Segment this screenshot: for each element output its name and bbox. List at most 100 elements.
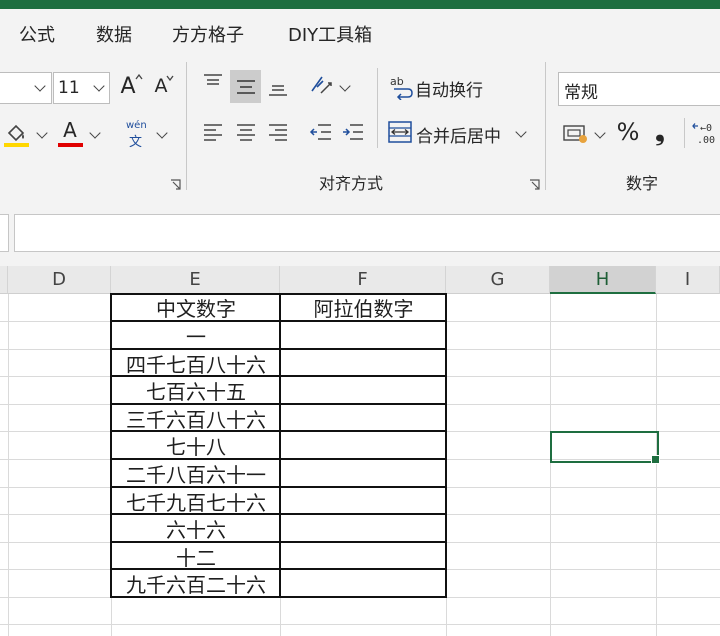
fill-color-button[interactable] [2,118,30,148]
grow-font-button[interactable]: A [113,70,143,102]
font-size-value: 11 [58,78,80,98]
tab-diy-toolbox[interactable]: DIY工具箱 [288,21,372,47]
table-cell-chinese[interactable]: 九千六百二十六 [112,570,280,597]
column-header-f[interactable]: F [280,266,446,294]
table-cell-arabic[interactable] [281,570,446,597]
fill-handle[interactable] [651,455,660,464]
alignment-dialog-launcher-icon[interactable] [529,179,540,190]
merge-center-button[interactable]: 合并后居中 [388,118,533,148]
shrink-font-button[interactable]: A [148,70,174,102]
caret-up-icon [135,74,143,80]
chevron-down-icon [515,126,527,138]
paint-bucket-icon [7,124,25,142]
grid-line [656,294,657,636]
chevron-down-icon[interactable] [594,127,606,139]
align-top-button[interactable] [199,68,227,96]
align-middle-button[interactable] [230,70,261,103]
chevron-down-icon[interactable] [36,127,48,139]
chevron-down-icon[interactable] [339,80,351,92]
table-cell-chinese[interactable]: 四千七百八十六 [112,350,280,377]
table-cell-arabic[interactable] [281,405,446,431]
align-right-button[interactable] [264,118,292,146]
column-header-partial[interactable] [0,266,8,294]
align-middle-icon [236,79,255,94]
table-cell-chinese[interactable]: 二千八百六十一 [112,460,280,487]
column-header-d[interactable]: D [8,266,111,294]
font-color-swatch [58,143,83,147]
wrap-text-button[interactable]: ab 自动换行 [388,72,498,102]
table-cell-arabic[interactable] [281,460,446,487]
table-cell-arabic[interactable] [281,377,446,404]
number-group-label: 数字 [626,174,659,193]
group-inner-separator [684,118,685,148]
decrease-indent-button[interactable] [307,118,335,146]
tab-data[interactable]: 数据 [96,21,132,47]
orientation-button[interactable] [306,70,338,100]
table-cell-chinese[interactable]: 三千六百八十六 [112,405,280,432]
table-cell-arabic[interactable] [281,543,446,569]
align-right-icon [269,124,287,141]
table-border [110,293,112,598]
group-separator [545,62,546,190]
font-name-dropdown[interactable] [0,72,52,104]
chevron-down-icon[interactable] [156,127,168,139]
number-format-dropdown[interactable]: 常规 [558,72,720,106]
merge-center-label: 合并后居中 [416,127,501,147]
table-cell-arabic[interactable] [281,515,446,542]
table-cell-chinese[interactable]: 七千九百七十六 [112,488,280,515]
align-center-button[interactable] [232,118,260,146]
align-center-icon [237,124,255,141]
align-left-button[interactable] [199,118,227,146]
grid-line [0,624,720,625]
align-bottom-button[interactable] [264,74,292,102]
comma-style-button[interactable]: ❟ [648,116,672,148]
phonetic-pinyin: wén [126,120,147,131]
number-format-value: 常规 [564,83,598,103]
group-inner-separator [377,68,378,148]
accounting-format-button[interactable] [561,118,591,148]
font-color-icon: A [63,118,77,142]
ribbon: 11 A A A wén 文 ab 自动换行 合并后居中 对齐方式 常规 % ❟… [0,56,720,198]
font-dialog-launcher-icon[interactable] [170,179,181,190]
chevron-down-icon [34,80,46,92]
chevron-down-icon [93,80,105,92]
column-header-g[interactable]: G [446,266,550,294]
phonetic-guide-button[interactable]: wén 文 [124,120,152,150]
wrap-text-label: 自动换行 [415,81,483,101]
tab-formulas[interactable]: 公式 [19,21,55,47]
ribbon-tab-bar: 公式 数据 方方格子 DIY工具箱 [0,9,720,56]
table-cell-chinese[interactable]: 十二 [112,543,280,570]
formula-input[interactable] [14,214,720,252]
name-box[interactable] [0,214,9,252]
column-header-h[interactable]: H [550,266,656,294]
svg-text:.00: .00 [697,135,715,146]
table-cell-arabic[interactable] [281,432,446,459]
table-cell-arabic[interactable] [281,322,446,349]
percent-style-button[interactable]: % [614,116,642,148]
fill-color-swatch [4,143,29,147]
increase-indent-button[interactable] [339,118,367,146]
chevron-down-icon[interactable] [89,127,101,139]
column-header-i[interactable]: I [656,266,720,294]
grid-line [8,294,9,636]
table-cell-chinese[interactable]: 七十八 [112,432,280,459]
alignment-group-label: 对齐方式 [319,174,384,193]
table-cell-chinese[interactable]: 六十六 [112,515,280,542]
font-color-button[interactable]: A [56,118,84,148]
column-header-e[interactable]: E [111,266,280,294]
svg-text:←0: ←0 [700,123,712,134]
table-header-chinese[interactable]: 中文数字 [112,294,280,321]
selected-cell[interactable] [550,431,659,463]
tab-fangfang[interactable]: 方方格子 [172,21,244,47]
table-cell-arabic[interactable] [281,488,446,514]
font-size-dropdown[interactable]: 11 [53,72,110,104]
increase-decimal-button[interactable]: ←0 .00 [692,118,720,148]
formula-bar-area [0,198,720,266]
table-cell-chinese[interactable]: 七百六十五 [112,377,280,404]
table-cell-chinese[interactable]: 一 [112,322,280,349]
caret-down-icon [166,75,174,81]
table-header-arabic[interactable]: 阿拉伯数字 [281,294,446,321]
group-separator [186,62,187,190]
table-cell-arabic[interactable] [281,350,446,376]
decrease-indent-icon [309,124,331,140]
